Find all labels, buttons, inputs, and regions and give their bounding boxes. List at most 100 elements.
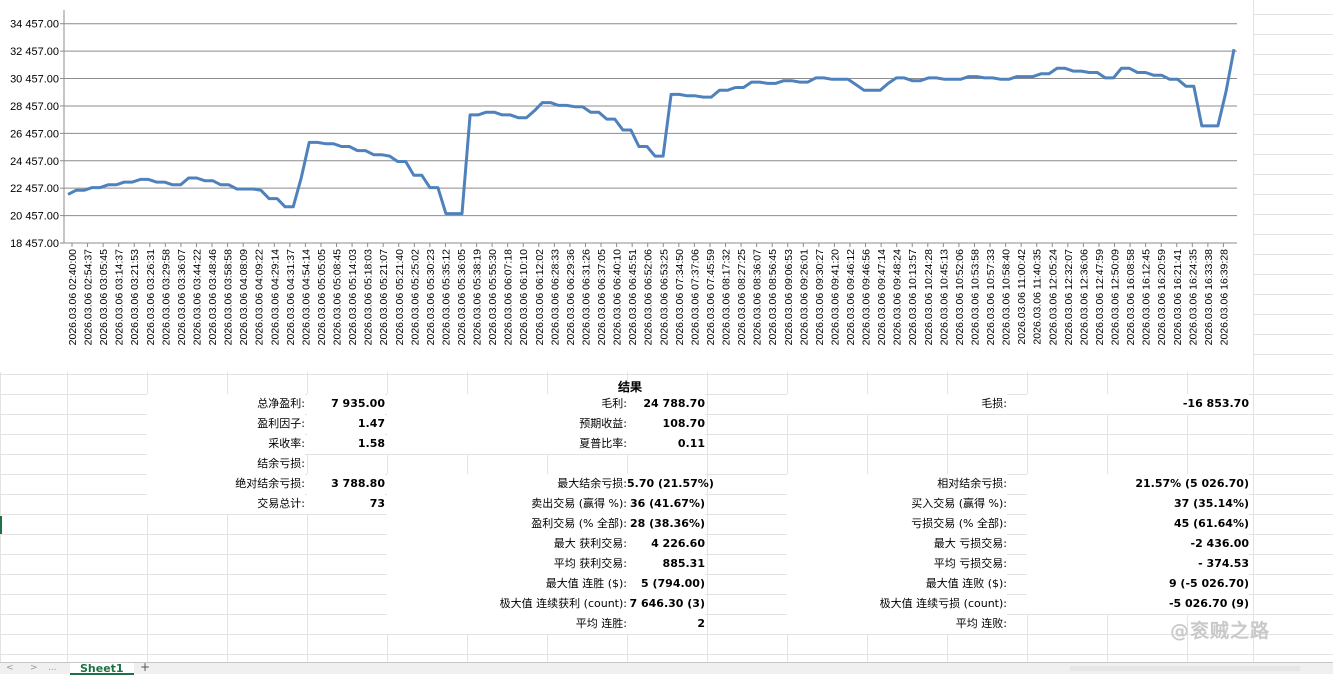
x-tick-label: 2026.03.06 09:41:20 [829,249,841,346]
result-value: 45 (61.64%) [1027,514,1249,534]
result-value: 7 935.00 [307,394,385,414]
result-label: 极大值 连续亏损 (count): [787,594,1007,614]
x-tick-label: 2026.03.06 06:31:26 [580,249,592,346]
x-tick-label: 2026.03.06 16:12:45 [1141,249,1153,346]
x-tick-label: 2026.03.06 06:53:25 [658,249,670,346]
x-tick-label: 2026.03.06 09:06:53 [783,249,795,346]
x-tick-label: 2026.03.06 06:40:10 [612,249,624,346]
result-label: 预期收益: [387,414,627,434]
x-tick-label: 2026.03.06 16:39:28 [1218,249,1230,346]
result-label: 最大 获利交易: [387,534,627,554]
x-tick-label: 2026.03.06 04:31:37 [285,249,297,346]
result-label: 最大结余亏损: [387,474,627,494]
y-tick-label: 30 457.00 [10,74,59,86]
x-tick-label: 2026.03.06 16:24:35 [1187,249,1199,346]
x-tick-label: 2026.03.06 03:36:07 [176,249,188,346]
result-value: -2 436.00 [1027,534,1249,554]
x-tick-label: 2026.03.06 06:52:06 [643,249,655,346]
x-tick-label: 2026.03.06 10:53:58 [969,249,981,346]
add-sheet-button[interactable]: + [140,661,150,673]
equity-chart[interactable]: 18 457.00 20 457.00 22 457.00 24 457.00 26 4… [0,0,1253,372]
result-label: 买入交易 (赢得 %): [787,494,1007,514]
result-value: 2 [627,614,705,634]
x-tick-label: 2026.03.06 08:36:07 [752,249,764,346]
result-value: 37 (35.14%) [1027,494,1249,514]
x-tick-label: 2026.03.06 05:25:02 [409,249,421,346]
plot-area [64,10,1237,243]
sheet-nav-next[interactable]: > [30,663,38,673]
x-tick-label: 2026.03.06 09:46:12 [845,249,857,346]
result-value: 73 [307,494,385,514]
result-label: 最大值 连胜 ($): [387,574,627,594]
equity-line-chart: 18 457.00 20 457.00 22 457.00 24 457.00 26 4… [10,10,1237,346]
y-tick-label: 26 457.00 [10,128,59,140]
x-tick-label: 2026.03.06 12:32:07 [1063,249,1075,346]
x-tick-label: 2026.03.06 03:58:58 [223,249,235,346]
x-tick-label: 2026.03.06 06:07:18 [503,249,515,346]
x-tick-label: 2026.03.06 05:18:03 [363,249,375,346]
result-label: 平均 亏损交易: [787,554,1007,574]
x-tick-label: 2026.03.06 06:45:51 [627,249,639,346]
x-tick-label: 2026.03.06 12:36:06 [1078,249,1090,346]
result-value: -5 026.70 (9) [1027,594,1249,614]
x-tick-label: 2026.03.06 03:26:31 [145,249,157,346]
result-value: 0.11 [627,434,705,454]
tab-sheet1[interactable]: Sheet1 [70,663,134,675]
x-tick-label: 2026.03.06 03:14:37 [114,249,126,346]
x-tick-label: 2026.03.06 12:50:09 [1110,249,1122,346]
result-label: 交易总计: [147,494,305,514]
sheet-nav-prev[interactable]: < [6,663,14,673]
x-tick-label: 2026.03.06 10:57:33 [985,249,997,346]
x-tick-label: 2026.03.06 09:46:56 [861,249,873,346]
x-tick-label: 2026.03.06 04:09:22 [254,249,266,346]
result-label: 采收率: [147,434,305,454]
x-tick-label: 2026.03.06 05:21:07 [378,249,390,346]
x-tick-label: 2026.03.06 06:28:33 [549,249,561,346]
x-tick-label: 2026.03.06 04:54:14 [300,249,312,346]
x-tick-label: 2026.03.06 05:05:05 [316,249,328,346]
sheet-nav-more[interactable]: ... [48,663,57,673]
result-label: 极大值 连续获利 (count): [387,594,627,614]
x-tick-label: 2026.03.06 10:13:57 [907,249,919,346]
result-value: - 374.53 [1027,554,1249,574]
result-label: 平均 连胜: [387,614,627,634]
x-tick-label: 2026.03.06 08:17:32 [721,249,733,346]
result-label: 盈利因子: [147,414,305,434]
result-value: 4 226.60 [627,534,705,554]
x-tick-label: 2026.03.06 05:35:12 [440,249,452,346]
x-tick-label: 2026.03.06 03:48:46 [207,249,219,346]
x-tick-label: 2026.03.06 10:24:28 [923,249,935,346]
result-label: 亏损交易 (% 全部): [787,514,1007,534]
x-tick-label: 2026.03.06 09:30:27 [814,249,826,346]
x-tick-label: 2026.03.06 05:55:30 [487,249,499,346]
x-tick-label: 2026.03.06 09:26:01 [798,249,810,346]
y-tick-label: 28 457.00 [10,101,59,113]
x-tick-label: 2026.03.06 11:00:42 [1016,249,1028,345]
x-tick-label: 2026.03.06 05:14:03 [347,249,359,346]
horizontal-scrollbar[interactable] [1070,666,1300,671]
result-label: 平均 获利交易: [387,554,627,574]
result-label: 夏普比率: [387,434,627,454]
x-tick-label: 2026.03.06 05:30:23 [425,249,437,346]
x-tick-label: 2026.03.06 10:45:13 [938,249,950,346]
result-value: 21.57% (5 026.70) [1027,474,1249,494]
x-tick-label: 2026.03.06 12:47:59 [1094,249,1106,346]
x-tick-label: 2026.03.06 04:29:14 [269,249,281,346]
x-tick-label: 2026.03.06 06:10:10 [518,249,530,346]
x-tick-label: 2026.03.06 02:40:00 [67,249,79,346]
result-label: 毛利: [387,394,627,414]
result-value: 1.58 [307,434,385,454]
result-value: 1.47 [307,414,385,434]
x-tick-label: 2026.03.06 16:21:41 [1172,249,1184,346]
result-value: 36 (41.67%) [627,494,705,514]
result-label: 最大值 连败 ($): [787,574,1007,594]
x-tick-label: 2026.03.06 07:34:50 [674,249,686,346]
x-tick-label: 2026.03.06 16:33:38 [1203,249,1215,346]
result-value: 3 788.80 [307,474,385,494]
result-value: -16 853.70 [1027,394,1249,414]
x-tick-label: 2026.03.06 10:58:40 [1001,249,1013,346]
x-tick-label: 2026.03.06 05:38:19 [472,249,484,346]
x-tick-label: 2026.03.06 16:20:59 [1156,249,1168,346]
x-tick-label: 2026.03.06 02:54:37 [83,249,95,346]
y-tick-label: 18 457.00 [10,238,59,250]
